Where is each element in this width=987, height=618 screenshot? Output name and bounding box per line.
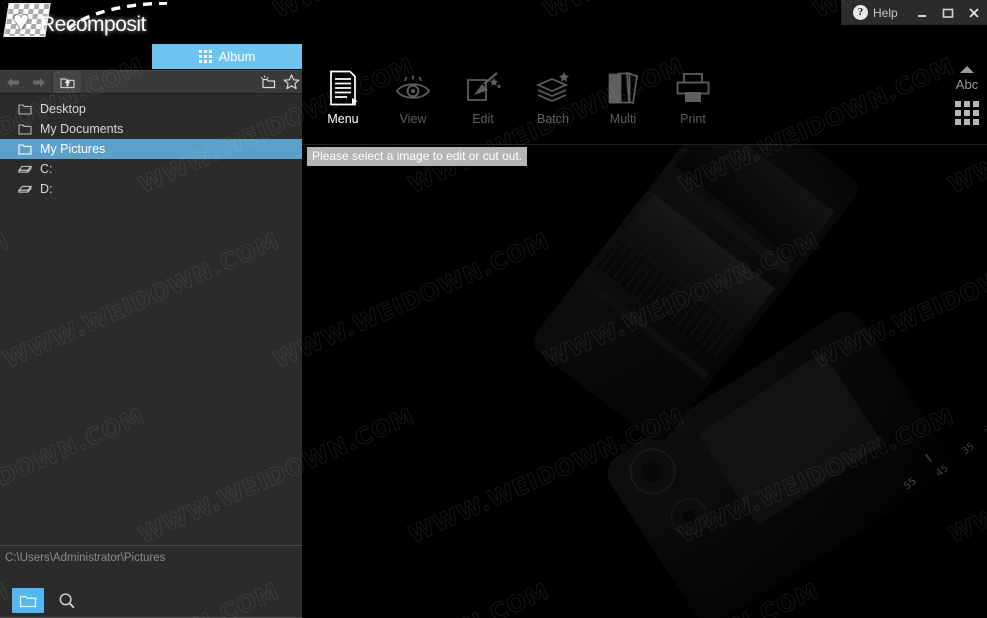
- up-folder-button[interactable]: [53, 71, 81, 93]
- back-button[interactable]: [0, 71, 26, 93]
- arrow-up-folder-icon: [59, 77, 75, 88]
- toolbar-items: Menu View Edit Batch Multi Print: [308, 70, 728, 126]
- drive-icon: [18, 185, 32, 193]
- folder-icon: [18, 104, 32, 115]
- toolbar-label: Batch: [537, 112, 569, 126]
- toolbar-label: View: [399, 112, 427, 126]
- browse-folder-button[interactable]: [12, 588, 44, 613]
- folder-tree: Desktop My Documents My Pictures C: D:: [0, 94, 302, 199]
- sidebar-bottom-bar: [0, 564, 302, 618]
- folder-icon: [18, 144, 32, 155]
- toolbar-label: Print: [680, 112, 706, 126]
- watermark-text: WWW.WEIDOWN.COM: [540, 0, 825, 24]
- multi-pages-icon: [608, 71, 638, 105]
- image-preview-area[interactable]: 55 45 35 28 OFF ON: [302, 145, 987, 618]
- tree-item-label: My Documents: [40, 122, 124, 136]
- status-tooltip: Please select a image to edit or cut out…: [306, 146, 529, 167]
- path-bar: C:\Users\Administrator\Pictures: [0, 545, 302, 564]
- question-mark-icon: ?: [853, 5, 868, 20]
- minimize-button[interactable]: [909, 0, 935, 25]
- magnifier-icon: [59, 592, 75, 608]
- app-logo: ♥ Recomposit: [3, 2, 169, 42]
- toolbar-button-edit[interactable]: Edit: [448, 70, 518, 126]
- sort-order-label[interactable]: Abc: [956, 77, 978, 92]
- title-bar: ? Help: [841, 0, 987, 25]
- drive-icon: [18, 165, 32, 173]
- tree-item-label: Desktop: [40, 102, 86, 116]
- star-icon: [283, 74, 299, 90]
- new-folder-button[interactable]: [258, 71, 280, 93]
- arrow-left-icon: [7, 77, 19, 87]
- sidebar: Desktop My Documents My Pictures C: D: C…: [0, 70, 302, 618]
- toolbar-button-batch[interactable]: Batch: [518, 70, 588, 126]
- magic-wand-icon: [467, 72, 502, 101]
- tree-item-label: D:: [40, 182, 53, 196]
- tab-album[interactable]: Album: [152, 44, 302, 69]
- main-toolbar: Menu View Edit Batch Multi Print Abc Ple…: [302, 28, 987, 167]
- folder-icon: [19, 595, 37, 607]
- tab-album-label: Album: [218, 49, 256, 64]
- printer-icon: [676, 73, 710, 102]
- new-folder-icon: [261, 75, 276, 88]
- toolbar-label: Multi: [609, 112, 637, 126]
- tree-item-my-pictures[interactable]: My Pictures: [0, 139, 302, 159]
- heart-icon: ♥: [13, 6, 30, 36]
- triangle-up-icon[interactable]: [960, 66, 974, 73]
- tree-item-drive-c[interactable]: C:: [0, 159, 302, 179]
- toolbar-button-multi[interactable]: Multi: [588, 70, 658, 126]
- watermark-text: WWW.WEIDOWN.COM: [270, 0, 555, 24]
- toolbar-label: Edit: [472, 112, 494, 126]
- close-button[interactable]: [961, 0, 987, 25]
- toolbar-button-view[interactable]: View: [378, 70, 448, 126]
- grid-icon: [198, 50, 212, 63]
- toolbar-button-menu[interactable]: Menu: [308, 70, 378, 126]
- sidebar-nav-toolbar: [0, 71, 302, 94]
- window-controls: [909, 0, 987, 25]
- toolbar-button-print[interactable]: Print: [658, 70, 728, 126]
- current-path: C:\Users\Administrator\Pictures: [5, 552, 166, 564]
- search-button[interactable]: [54, 588, 80, 613]
- grid-view-icon[interactable]: [955, 101, 979, 125]
- camera-photo: 55 45 35 28 OFF ON: [302, 145, 987, 618]
- document-menu-icon: [330, 70, 358, 106]
- toolbar-label: Menu: [327, 112, 359, 126]
- sidebar-nav-actions: [258, 71, 302, 93]
- help-button[interactable]: ? Help: [853, 5, 898, 20]
- help-label: Help: [873, 5, 898, 20]
- application-window: ♥ Recomposit ? Help Album Desktop My Doc…: [0, 0, 987, 618]
- toolbar-right-controls: Abc: [955, 66, 979, 125]
- layers-star-icon: [535, 72, 570, 102]
- folder-icon: [18, 124, 32, 135]
- maximize-button[interactable]: [935, 0, 961, 25]
- tree-item-my-documents[interactable]: My Documents: [0, 119, 302, 139]
- favorite-button[interactable]: [280, 71, 302, 93]
- tree-item-drive-d[interactable]: D:: [0, 179, 302, 199]
- arrow-right-icon: [33, 77, 45, 87]
- main-content: Menu View Edit Batch Multi Print Abc Ple…: [302, 28, 987, 618]
- tree-item-label: C:: [40, 162, 53, 176]
- tree-item-label: My Pictures: [40, 142, 106, 156]
- app-name: Recomposit: [40, 13, 146, 36]
- tree-item-desktop[interactable]: Desktop: [0, 99, 302, 119]
- forward-button[interactable]: [26, 71, 52, 93]
- eye-icon: [395, 75, 431, 99]
